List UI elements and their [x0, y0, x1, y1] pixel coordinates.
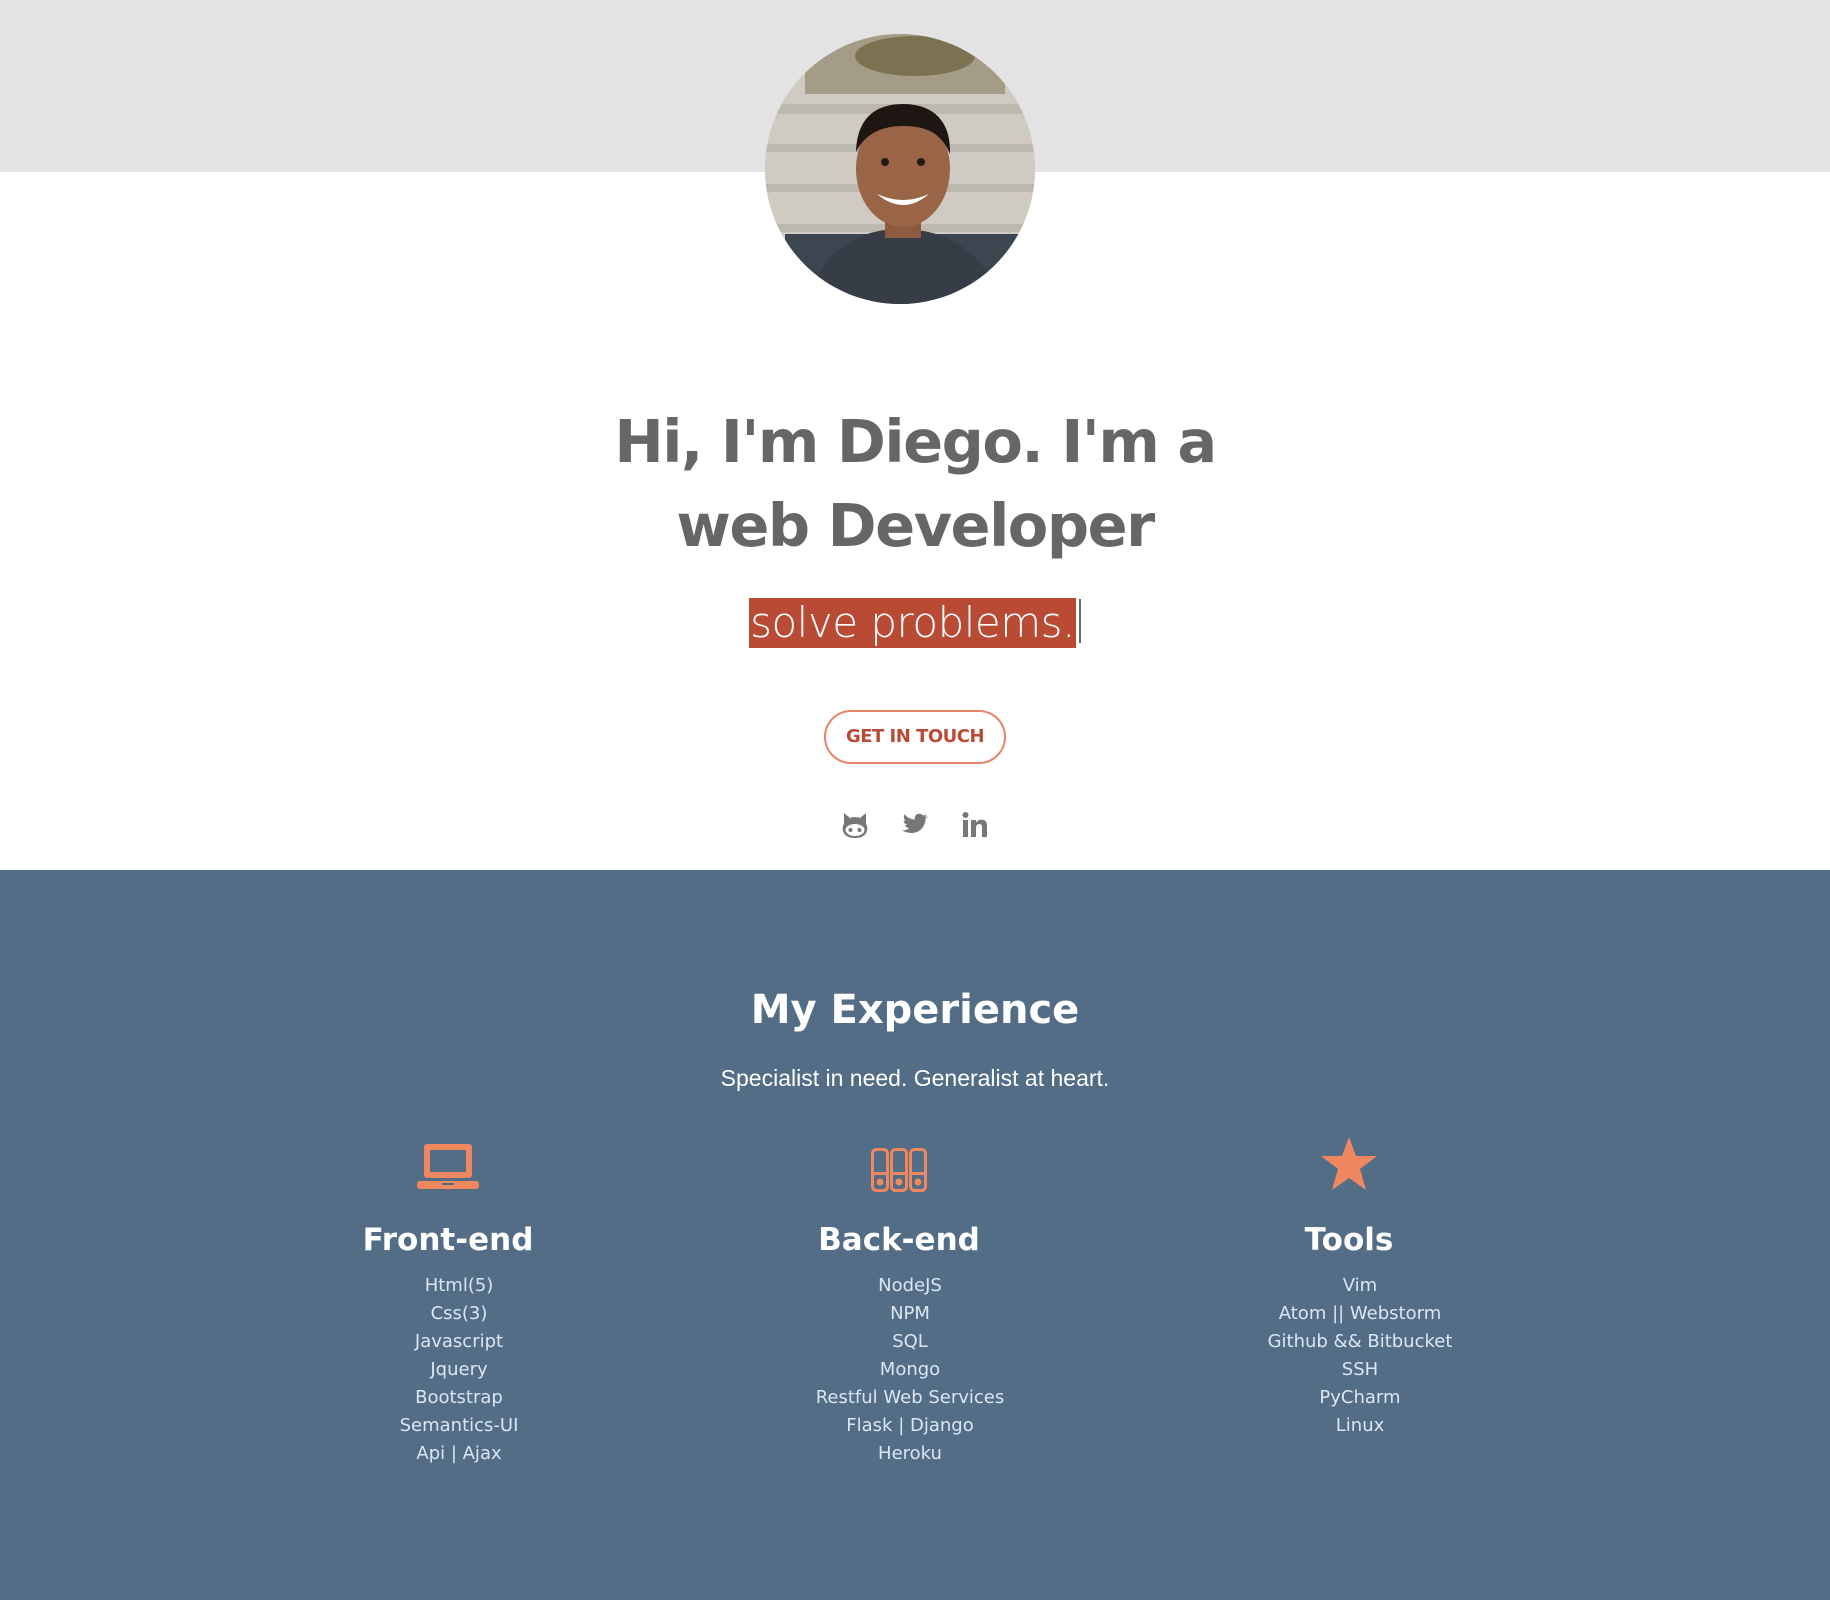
tools-list: Vim Atom || Webstorm Github && Bitbucket… [1139, 1272, 1559, 1440]
list-item: Heroku [878, 1443, 942, 1464]
hero-headline: Hi, I'm Diego. I'm a web Developer [614, 407, 1217, 560]
star-icon [1139, 1132, 1559, 1192]
github-icon[interactable] [840, 810, 870, 840]
get-in-touch-button[interactable]: GET IN TOUCH [823, 710, 1007, 764]
list-item: Api | Ajax [416, 1443, 502, 1464]
list-item: Vim [1342, 1275, 1378, 1296]
list-item: NPM [890, 1303, 930, 1324]
hero-section: Hi, I'm Diego. I'm a web Developer solve… [0, 400, 1830, 840]
frontend-list: Html(5) Css(3) Javascript Jquery Bootstr… [238, 1272, 658, 1468]
backend-title: Back-end [818, 1222, 980, 1258]
list-item: Github && Bitbucket [1267, 1331, 1453, 1352]
list-item: SQL [892, 1331, 928, 1352]
linkedin-icon[interactable] [960, 810, 990, 840]
experience-subtitle: Specialist in need. Generalist at heart. [720, 1065, 1110, 1091]
list-item: Html(5) [424, 1275, 494, 1296]
social-links [0, 810, 1830, 840]
list-item: Atom || Webstorm [1278, 1303, 1442, 1324]
profile-photo [765, 34, 1035, 304]
typed-line: solve problems. [0, 598, 1830, 652]
experience-section: My Experience Specialist in need. Genera… [0, 870, 1830, 1600]
experience-title: My Experience [750, 987, 1080, 1033]
experience-columns: Front-end Html(5) Css(3) Javascript Jque… [0, 1132, 1830, 1532]
list-item: Linux [1335, 1415, 1385, 1436]
server-icon [689, 1132, 1109, 1192]
list-item: Restful Web Services [815, 1387, 1005, 1408]
frontend-column: Front-end Html(5) Css(3) Javascript Jque… [238, 1132, 658, 1468]
list-item: Flask | Django [846, 1415, 974, 1436]
avatar [765, 34, 1035, 304]
list-item: Css(3) [430, 1303, 488, 1324]
list-item: Mongo [879, 1359, 941, 1380]
text-cursor [1078, 599, 1081, 643]
list-item: SSH [1341, 1359, 1379, 1380]
list-item: Bootstrap [415, 1387, 503, 1408]
list-item: Semantics-UI [399, 1415, 519, 1436]
laptop-icon [238, 1132, 658, 1192]
frontend-title: Front-end [362, 1222, 534, 1258]
list-item: Javascript [414, 1331, 504, 1352]
twitter-icon[interactable] [900, 810, 930, 840]
backend-list: NodeJS NPM SQL Mongo Restful Web Service… [689, 1272, 1109, 1468]
backend-column: Back-end NodeJS NPM SQL Mongo Restful We… [689, 1132, 1109, 1468]
typed-text: solve problems. [749, 598, 1076, 648]
tools-title: Tools [1304, 1222, 1394, 1258]
list-item: NodeJS [878, 1275, 942, 1296]
list-item: Jquery [430, 1359, 488, 1380]
list-item: PyCharm [1319, 1387, 1401, 1408]
tools-column: Tools Vim Atom || Webstorm Github && Bit… [1139, 1132, 1559, 1440]
